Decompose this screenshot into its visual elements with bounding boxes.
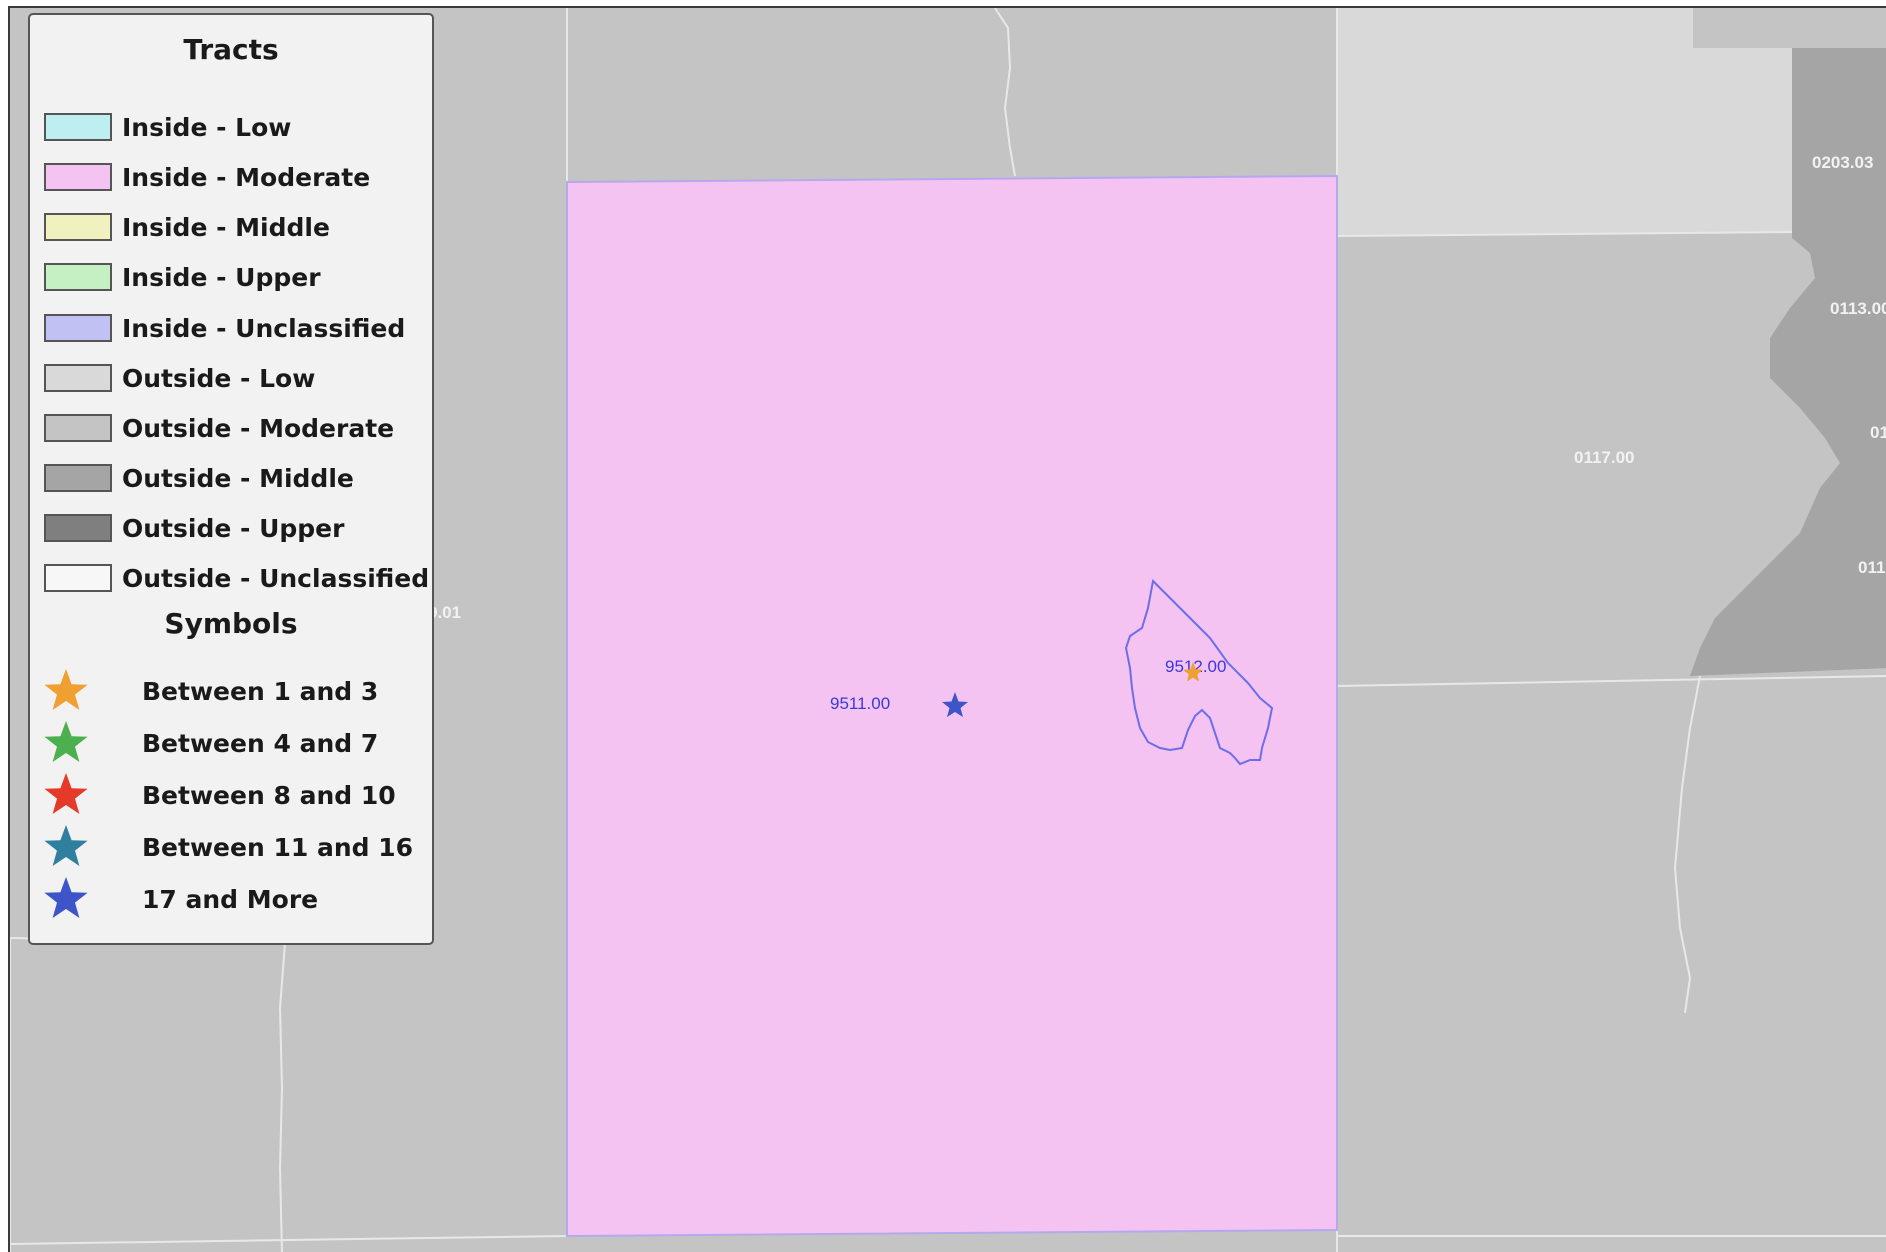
legend-symbol-label: Between 8 and 10 bbox=[142, 780, 396, 810]
legend-symbol-label: 17 and More bbox=[142, 884, 319, 914]
tract-label-partial-0110: 0110 bbox=[1858, 558, 1886, 577]
legend-item-outside-upper: Outside - Upper bbox=[44, 510, 344, 546]
legend-swatch bbox=[44, 364, 112, 392]
tract-label-9511: 9511.00 bbox=[830, 694, 890, 713]
legend-swatch bbox=[44, 414, 112, 442]
legend-symbol-between-4-and-7: Between 4 and 7 bbox=[42, 718, 378, 768]
legend-swatch bbox=[44, 314, 112, 342]
legend-title-symbols: Symbols bbox=[164, 607, 298, 640]
legend-item-inside-moderate: Inside - Moderate bbox=[44, 159, 370, 195]
tract-label-0113: 0113.00 bbox=[1830, 299, 1886, 318]
legend-label: Inside - Low bbox=[122, 112, 292, 142]
legend-item-inside-unclassified: Inside - Unclassified bbox=[44, 310, 405, 346]
legend-symbol-label: Between 11 and 16 bbox=[142, 832, 414, 862]
legend-swatch bbox=[44, 163, 112, 191]
star-icon bbox=[44, 773, 88, 814]
legend-symbol-label: Between 4 and 7 bbox=[142, 728, 379, 758]
legend-swatch bbox=[44, 464, 112, 492]
legend-swatch bbox=[44, 263, 112, 291]
map-legend: Tracts Inside - Low Inside - Moderate In… bbox=[28, 13, 434, 945]
legend-label: Outside - Middle bbox=[122, 463, 354, 493]
legend-label: Inside - Upper bbox=[122, 262, 321, 292]
legend-symbol-between-8-and-10: Between 8 and 10 bbox=[42, 770, 396, 820]
legend-label: Inside - Middle bbox=[122, 212, 330, 242]
legend-label: Outside - Upper bbox=[122, 513, 345, 543]
legend-symbol-17-and-more: 17 and More bbox=[42, 874, 318, 924]
legend-item-outside-moderate: Outside - Moderate bbox=[44, 410, 394, 446]
legend-item-inside-upper: Inside - Upper bbox=[44, 259, 321, 295]
star-icon bbox=[44, 877, 88, 918]
star-icon bbox=[44, 825, 88, 866]
legend-swatch bbox=[44, 213, 112, 241]
legend-title-tracts: Tracts bbox=[183, 33, 279, 66]
legend-label: Outside - Low bbox=[122, 363, 316, 393]
legend-symbol-between-11-and-16: Between 11 and 16 bbox=[42, 822, 413, 872]
legend-label: Outside - Moderate bbox=[122, 413, 395, 443]
star-icon bbox=[44, 669, 88, 710]
legend-item-inside-low: Inside - Low bbox=[44, 109, 291, 145]
legend-swatch bbox=[44, 564, 112, 592]
legend-label: Outside - Unclassified bbox=[122, 563, 430, 593]
legend-item-inside-middle: Inside - Middle bbox=[44, 209, 330, 245]
tract-label-0203-03: 0203.03 bbox=[1812, 153, 1873, 172]
legend-swatch bbox=[44, 113, 112, 141]
legend-item-outside-low: Outside - Low bbox=[44, 360, 315, 396]
legend-symbol-between-1-and-3: Between 1 and 3 bbox=[42, 666, 378, 716]
tract-label-partial-01: 01 bbox=[1870, 423, 1886, 442]
legend-label: Inside - Moderate bbox=[122, 162, 371, 192]
legend-swatch bbox=[44, 514, 112, 542]
legend-symbol-label: Between 1 and 3 bbox=[142, 676, 379, 706]
legend-item-outside-unclassified: Outside - Unclassified bbox=[44, 560, 429, 596]
legend-item-outside-middle: Outside - Middle bbox=[44, 460, 354, 496]
legend-label: Inside - Unclassified bbox=[122, 313, 406, 343]
star-icon bbox=[44, 721, 88, 762]
tract-label-0117: 0117.00 bbox=[1574, 448, 1635, 467]
